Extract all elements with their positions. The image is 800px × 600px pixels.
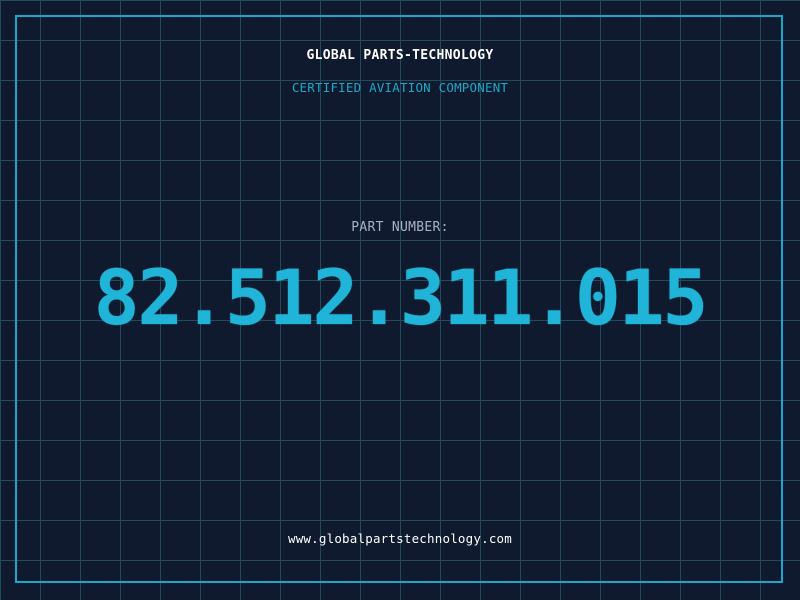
- certification-tagline: CERTIFIED AVIATION COMPONENT: [291, 80, 509, 95]
- website-url: www.globalpartstechnology.com: [287, 531, 513, 546]
- company-name: GLOBAL PARTS-TECHNOLOGY: [306, 48, 494, 63]
- part-number-label: PART NUMBER:: [351, 220, 449, 235]
- part-number-value: 82.512.311.015: [93, 253, 709, 342]
